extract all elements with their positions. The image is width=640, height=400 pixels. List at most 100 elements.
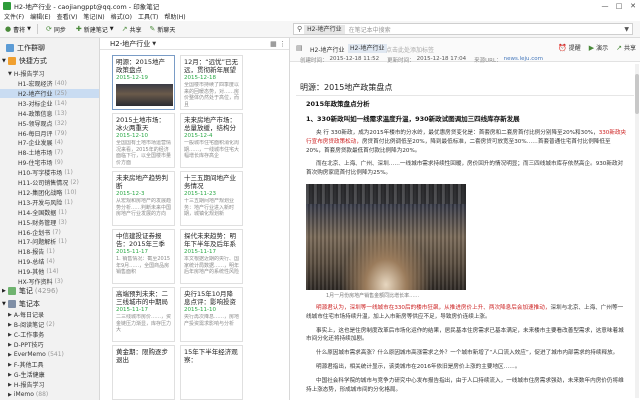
- sidebar-item-count: (1): [58, 238, 67, 246]
- chevron-down-icon: ▼: [2, 300, 6, 307]
- sidebar-item-notebook[interactable]: ▶ iMemo (88): [0, 390, 99, 399]
- note-card-title: 高端预判未来：二三线城市的中期局面: [116, 290, 168, 306]
- sidebar-item-notebook[interactable]: H14-全国数据 (1): [0, 208, 99, 217]
- editor-scrollbar[interactable]: [635, 64, 639, 398]
- sidebar-item-notebook[interactable]: H7-企业发展 (4): [0, 138, 99, 147]
- sidebar-item-notebook[interactable]: H9-住宅市场 (9): [0, 158, 99, 167]
- reminder-button[interactable]: ⏰ 提醒: [558, 43, 581, 53]
- note-card[interactable]: 高端预判未来：二三线城市的中期局面2015-11-17二三线城市房价……，资金链…: [112, 287, 175, 342]
- minimize-button[interactable]: —: [598, 0, 612, 11]
- chevron-down-icon[interactable]: ▼: [152, 41, 156, 47]
- search-scope-chip[interactable]: H2-地产行业: [304, 24, 345, 34]
- sidebar-item-notebook[interactable]: H1-宏观经济 (40): [0, 79, 99, 88]
- sidebar-item-notebook[interactable]: H4-政策信息 (13): [0, 109, 99, 118]
- sidebar-item-notebook[interactable]: H18-报告 (1): [0, 247, 99, 256]
- sidebar-item-count: (9): [54, 159, 64, 167]
- menu-format[interactable]: 格式(O): [111, 12, 132, 21]
- chevron-right-icon: ▶: [8, 341, 12, 348]
- sidebar-item-notebook[interactable]: H15-财务管理 (3): [0, 218, 99, 227]
- sidebar-item-notebook[interactable]: ▶ D-PPT技巧: [0, 340, 99, 350]
- sidebar-item-notebook[interactable]: H13-开发与风险 (1): [0, 198, 99, 207]
- menu-edit[interactable]: 编辑(E): [30, 12, 50, 21]
- scrollbar-thumb[interactable]: [635, 74, 639, 114]
- sidebar-item-notebook[interactable]: ▶ EverMemo (541): [0, 350, 99, 359]
- sidebar-item-notebook[interactable]: ▶ C-工作事务: [0, 330, 99, 340]
- maximize-button[interactable]: □: [612, 0, 626, 11]
- chevron-down-icon: ▼: [27, 26, 31, 32]
- sidebar-item-work-chat[interactable]: 工作群聊: [0, 43, 99, 52]
- reminder-label: 提醒: [568, 45, 581, 52]
- sidebar-item-notebook[interactable]: H6-每日月评 (79): [0, 129, 99, 138]
- note-card[interactable]: 十三五期间地产业务情况 2015-11-23 十三五期间地产规划业务：地产行业进入新…: [180, 171, 243, 226]
- new-chat-button[interactable]: ✎ 新聊天: [147, 23, 179, 36]
- menu-view[interactable]: 查看(V): [57, 12, 78, 21]
- note-card[interactable]: 中信建投证券报告：2015年三季度：多2015-11-171. 销售情况：截至2…: [112, 229, 175, 284]
- sidebar-item-notebook[interactable]: ▶ B-阅读笔记 (2): [0, 320, 99, 329]
- sidebar-item-notebook[interactable]: HX-写作资料 (3): [0, 277, 99, 286]
- menu-tools[interactable]: 工具(T): [138, 12, 158, 21]
- note-card-snippet: 从宏观和房地产的发展趋势分析……判断未来中国房地产行业发展的方向: [116, 198, 171, 217]
- note-card[interactable]: 15年下半年经济观察：: [180, 345, 243, 400]
- sidebar-item-shortcuts[interactable]: ▼ 快捷方式: [0, 56, 99, 65]
- sidebar-item-notebook[interactable]: ▶ H-报告学习: [0, 380, 99, 390]
- sidebar-item-notebook[interactable]: H5-领导观点 (32): [0, 119, 99, 128]
- tag-chip[interactable]: H2-地产行业: [348, 44, 387, 53]
- sidebar-item-notebook[interactable]: H10-写字楼市场 (1): [0, 168, 99, 177]
- sidebar-item-h-group[interactable]: ▼ H-报告学习: [0, 69, 99, 79]
- note-card[interactable]: 12月：“远忧”已无远，贯彻新年展望 2015-12-18 全国楼市持续了四季度以来…: [180, 55, 243, 110]
- editor-header: ▤ H2-地产行业 H2-地产行业 点击此处添加标签 ⏰ 提醒 ▶ 演示 ↗ 共享 创…: [290, 38, 640, 64]
- editor-share-button[interactable]: ↗ 共享: [616, 43, 636, 53]
- sidebar-item-label: H4-政策信息: [18, 110, 53, 118]
- note-card[interactable]: 未来房地产市场：总量放缓，结构分化2015-12-4一般城市住宅面积消化周期………: [180, 113, 243, 168]
- sidebar-item-notebook[interactable]: ▶ A-每日记录: [0, 310, 99, 320]
- menu-note[interactable]: 笔记(N): [83, 12, 104, 21]
- chevron-right-icon: ▶: [8, 391, 12, 398]
- sync-button[interactable]: ⟳ 同步: [43, 23, 69, 36]
- sidebar: 工作群聊 ▼ 快捷方式 ▼ H-报告学习 H1-宏观经济 (40) H2-地产行业(…: [0, 38, 100, 400]
- note-card[interactable]: 未来房地产趋势判断 2015-12-3 从宏观和房地产的发展趋势分析……判断未来中国…: [112, 171, 175, 226]
- sidebar-item-notebook[interactable]: H8-土地市场 (7): [0, 148, 99, 157]
- new-note-button[interactable]: ✚ 新建笔记 ▼: [73, 23, 117, 36]
- sidebar-item-notebook[interactable]: H19-其他 (14): [0, 267, 99, 276]
- view-options-icon[interactable]: ▦ ⋮: [270, 40, 286, 48]
- sidebar-item-notes[interactable]: ▶ 笔记 (4296): [0, 286, 99, 295]
- menu-file[interactable]: 文件(F): [4, 12, 24, 21]
- note-card-date: 2015-12-4: [184, 133, 213, 139]
- sidebar-item-notebook[interactable]: ▶ F-其他工具: [0, 360, 99, 370]
- present-button[interactable]: ▶ 演示: [589, 43, 608, 53]
- share-button[interactable]: ↗ 共享: [119, 23, 145, 36]
- editor-notebook[interactable]: H2-地产行业: [310, 45, 345, 54]
- source-link[interactable]: news.leju.com: [504, 56, 543, 64]
- note-card-snippet: 一般城市住宅面积消化周期……，一线城市住宅大幅增长库存高企: [184, 140, 239, 159]
- sidebar-item-notebook[interactable]: H3-对标企业 (14): [0, 99, 99, 108]
- note-card[interactable]: 央行15年10月降息点评：影响投资需求2015-11-10央行再次降息……，房地…: [180, 287, 243, 342]
- sidebar-item-count: (2): [46, 321, 55, 328]
- note-body[interactable]: 2015年政策盘点分析 1、330新政叫如一线需求温度升温，930新政试图调加三…: [306, 100, 628, 394]
- sidebar-item-notebooks[interactable]: ▼ 笔记本: [0, 299, 99, 308]
- sidebar-item-label: H3-对标企业: [18, 100, 53, 108]
- close-button[interactable]: ✕: [626, 0, 640, 11]
- note-card[interactable]: 探代未来趋势：明年下半年及后年系统性2015-11-17本文根据近期的央行、国家…: [180, 229, 243, 284]
- chevron-down-icon[interactable]: ▼: [624, 26, 629, 33]
- note-card[interactable]: 2015土地市场：冰火两重天 2015-12-10 全国国有土地市场运营情况来看，2…: [112, 113, 175, 168]
- note-card[interactable]: 黄金期：限购逐步退出: [112, 345, 175, 400]
- sidebar-item-notebook[interactable]: H12-集团化战略 (10): [0, 188, 99, 197]
- search-input[interactable]: ⚲ H2-地产行业 在笔记本中搜索 ▼: [293, 23, 633, 35]
- menu-bar: 文件(F) 编辑(E) 查看(V) 笔记(N) 格式(O) 工具(T) 帮助(H…: [0, 11, 640, 21]
- sidebar-item-notebook[interactable]: H19-总结 (4): [0, 257, 99, 266]
- menu-help[interactable]: 帮助(H): [164, 12, 185, 21]
- sidebar-item-notebook[interactable]: H11-公司销售情况 (2): [0, 178, 99, 187]
- sidebar-item-count: (7): [52, 228, 61, 236]
- note-card-date: 2015-11-17: [116, 249, 148, 255]
- note-card[interactable]: 明源：2015地产政策盘点 2015-12-19: [112, 55, 175, 110]
- tag-input[interactable]: 点击此处添加标签: [386, 45, 434, 54]
- sidebar-item-notebook[interactable]: ▶ G-生活健康: [0, 370, 99, 380]
- sidebar-item-notebook[interactable]: H2-地产行业 (25): [0, 88, 99, 98]
- account-button[interactable]: ● 曹将 ▼: [2, 23, 34, 36]
- sidebar-item-count: (40): [54, 80, 67, 87]
- note-title[interactable]: 明源：2015地产政策盘点: [300, 82, 392, 93]
- title-divider: [296, 95, 634, 96]
- sidebar-item-notebook[interactable]: H16-企划书 (7): [0, 228, 99, 237]
- note-list-notebook[interactable]: H2-地产行业: [110, 39, 150, 49]
- sidebar-item-notebook[interactable]: H17-问题解析 (1): [0, 237, 99, 246]
